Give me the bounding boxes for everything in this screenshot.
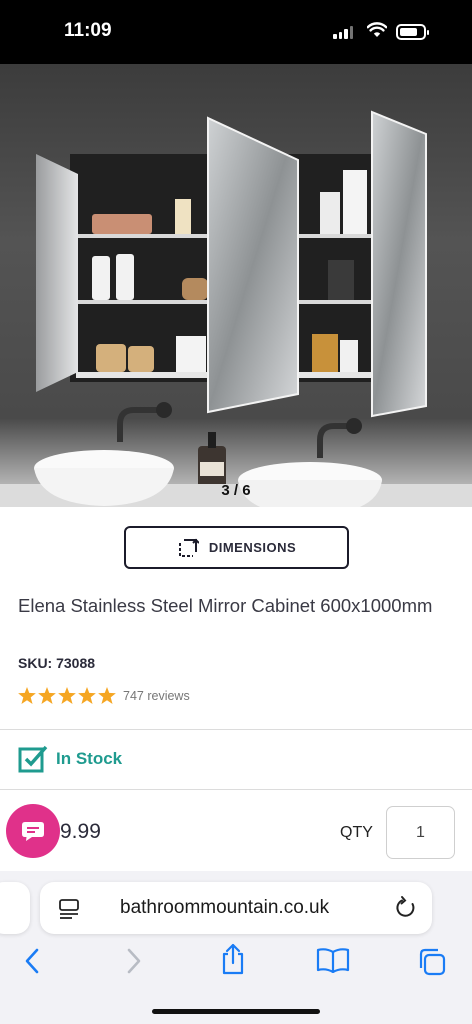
product-image-gallery[interactable]: 3 / 6 bbox=[0, 64, 472, 507]
qty-label: QTY bbox=[340, 824, 373, 841]
back-icon[interactable] bbox=[22, 947, 42, 975]
bookmarks-icon[interactable] bbox=[316, 947, 350, 973]
stock-status: In Stock bbox=[56, 749, 123, 768]
mirror-cabinet-image bbox=[0, 110, 472, 507]
star-icon bbox=[38, 687, 56, 704]
dimensions-button[interactable]: DIMENSIONS bbox=[124, 526, 349, 569]
clock: 11:09 bbox=[64, 20, 112, 41]
browser-toolbar: bathroommountain.co.uk bbox=[0, 871, 472, 1024]
star-icon bbox=[58, 687, 76, 704]
wifi-icon bbox=[367, 22, 387, 37]
tabs-icon[interactable] bbox=[417, 947, 447, 977]
dimensions-icon bbox=[178, 538, 199, 557]
divider bbox=[0, 789, 472, 790]
image-counter: 3 / 6 bbox=[221, 482, 251, 499]
forward-icon[interactable] bbox=[124, 947, 144, 975]
star-rating[interactable] bbox=[18, 687, 116, 704]
product-title: Elena Stainless Steel Mirror Cabinet 600… bbox=[18, 595, 433, 616]
reader-mode-icon[interactable] bbox=[58, 898, 80, 920]
address-bar[interactable]: bathroommountain.co.uk bbox=[40, 882, 432, 934]
chat-icon bbox=[22, 822, 44, 841]
divider bbox=[0, 729, 472, 730]
cellular-signal-icon bbox=[333, 26, 353, 39]
battery-icon bbox=[396, 24, 429, 40]
reviews-link[interactable]: 747 reviews bbox=[123, 689, 190, 703]
star-icon bbox=[78, 687, 96, 704]
star-icon bbox=[18, 687, 36, 704]
quantity-input[interactable]: 1 bbox=[386, 806, 455, 859]
product-sku: SKU: 73088 bbox=[18, 655, 96, 671]
star-icon bbox=[98, 687, 116, 704]
dimensions-label: DIMENSIONS bbox=[208, 540, 297, 555]
in-stock-check-icon bbox=[18, 745, 48, 773]
status-bar: 11:09 bbox=[0, 0, 472, 64]
share-icon[interactable] bbox=[219, 943, 247, 975]
home-indicator bbox=[152, 1009, 320, 1014]
previous-tab-preview[interactable] bbox=[0, 882, 30, 934]
reload-icon[interactable] bbox=[394, 895, 418, 921]
chat-button[interactable] bbox=[6, 804, 60, 858]
url-text: bathroommountain.co.uk bbox=[120, 897, 330, 918]
product-price: 9.99 bbox=[60, 820, 101, 843]
